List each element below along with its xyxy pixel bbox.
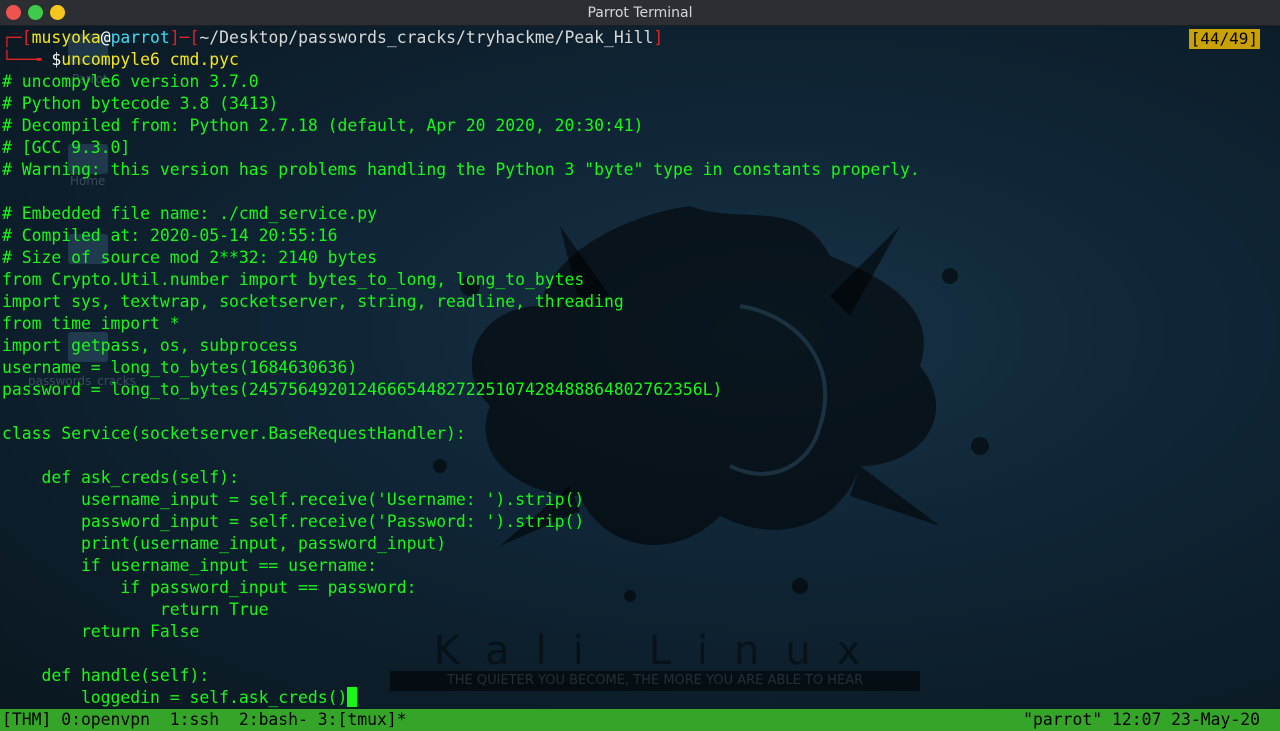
- prompt-arrow: └──╼: [2, 50, 52, 69]
- output-line: from Crypto.Util.number import bytes_to_…: [2, 270, 585, 289]
- terminal-output[interactable]: ┌─[musyoka@parrot]─[~/Desktop/passwords_…: [2, 27, 920, 709]
- output-line: if password_input == password:: [2, 578, 417, 597]
- title-bar[interactable]: Parrot Terminal: [0, 0, 1280, 26]
- output-line: # Compiled at: 2020-05-14 20:55:16: [2, 226, 338, 245]
- prompt-separator: ]─[: [169, 28, 200, 47]
- terminal-cursor: [347, 687, 358, 707]
- prompt-host: parrot: [110, 28, 170, 47]
- prompt-bracket: ┌─[: [2, 28, 32, 47]
- output-line: if username_input == username:: [2, 556, 377, 575]
- terminal-window: Parrot Terminal Home passwords_cracks Pa…: [0, 0, 1280, 731]
- prompt-line: ┌─[musyoka@parrot]─[~/Desktop/passwords_…: [2, 27, 920, 49]
- prompt-bracket-close: ]: [653, 28, 664, 47]
- output-line: print(username_input, password_input): [2, 534, 447, 553]
- output-line: username = long_to_bytes(1684630636): [2, 358, 358, 377]
- output-line: return True: [2, 600, 269, 619]
- output-line: import sys, textwrap, socketserver, stri…: [2, 292, 624, 311]
- output-line: # Warning: this version has problems han…: [2, 160, 920, 179]
- prompt-dollar: $: [51, 50, 62, 69]
- output-line: return False: [2, 622, 200, 641]
- terminal-area[interactable]: Home passwords_cracks Parrot Kali Linux: [0, 26, 1280, 709]
- window-title: Parrot Terminal: [587, 5, 693, 21]
- output-line: # uncompyle6 version 3.7.0: [2, 72, 259, 91]
- output-line: def handle(self):: [2, 666, 210, 685]
- tmux-status-bar: [THM] 0:openvpn 1:ssh 2:bash- 3:[tmux]* …: [0, 709, 1280, 731]
- output-line: class Service(socketserver.BaseRequestHa…: [2, 424, 466, 443]
- tmux-host-time: "parrot" 12:07 23-May-20: [1023, 710, 1260, 729]
- scroll-position-indicator: [44/49]: [1188, 29, 1260, 49]
- output-line: # Size of source mod 2**32: 2140 bytes: [2, 248, 377, 267]
- command-line: └──╼ $uncompyle6 cmd.pyc: [2, 49, 920, 71]
- output-line: # Python bytecode 3.8 (3413): [2, 94, 279, 113]
- prompt-at: @: [100, 28, 111, 47]
- prompt-path: ~/Desktop/passwords_cracks/tryhackme/Pea…: [199, 28, 654, 47]
- output-line: password = long_to_bytes(245756492012466…: [2, 380, 723, 399]
- prompt-user: musyoka: [31, 28, 101, 47]
- output-line: loggedin = self.ask_creds(): [2, 687, 920, 709]
- output-line: password_input = self.receive('Password:…: [2, 512, 585, 531]
- output-line: username_input = self.receive('Username:…: [2, 490, 585, 509]
- output-line: def ask_creds(self):: [2, 468, 239, 487]
- output-line: # [GCC 9.3.0]: [2, 138, 131, 157]
- output-line: # Embedded file name: ./cmd_service.py: [2, 204, 377, 223]
- output-line: from time import *: [2, 314, 180, 333]
- output-line: # Decompiled from: Python 2.7.18 (defaul…: [2, 116, 644, 135]
- output-line: import getpass, os, subprocess: [2, 336, 299, 355]
- tmux-window-list[interactable]: [THM] 0:openvpn 1:ssh 2:bash- 3:[tmux]*: [2, 709, 407, 731]
- entered-command: uncompyle6 cmd.pyc: [61, 50, 239, 69]
